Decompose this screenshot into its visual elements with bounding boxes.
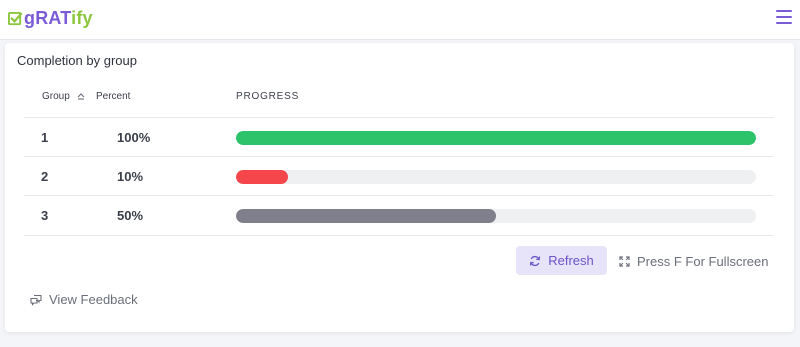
progress-track: [236, 131, 756, 145]
feedback-label: View Feedback: [49, 292, 138, 307]
logo-text-ify: ify: [71, 8, 93, 28]
column-header-percent: Percent: [96, 91, 131, 102]
logo-text-rat: RAT: [35, 8, 72, 28]
progress-track: [236, 170, 756, 184]
progress-fill: [236, 170, 288, 184]
menu-line: [776, 16, 792, 18]
column-header-progress: PROGRESS: [236, 91, 300, 102]
refresh-button[interactable]: Refresh: [516, 246, 607, 275]
row-group: 2: [41, 169, 49, 184]
refresh-label: Refresh: [548, 253, 594, 268]
view-feedback-link[interactable]: View Feedback: [30, 292, 138, 307]
top-bar: gRATify: [0, 0, 800, 40]
card-title: Completion by group: [17, 53, 137, 68]
column-header-group[interactable]: Group: [42, 91, 70, 102]
progress-fill: [236, 209, 496, 223]
table-row: 1 100%: [24, 117, 774, 157]
row-percent: 50%: [117, 208, 144, 223]
hamburger-menu-icon[interactable]: [776, 10, 792, 24]
logo-text-g: g: [24, 8, 36, 28]
progress-track: [236, 209, 756, 223]
menu-line: [776, 22, 792, 24]
completion-card: Completion by group Group Percent PROGRE…: [5, 43, 794, 332]
row-group: 1: [41, 130, 49, 145]
fullscreen-link[interactable]: Press F For Fullscreen: [619, 254, 768, 269]
menu-line: [776, 10, 792, 12]
fullscreen-expand-icon: [619, 256, 630, 267]
checkbox-logo-icon: [8, 11, 23, 25]
table-row: 3 50%: [24, 195, 774, 236]
logo-text: gRATify: [24, 8, 93, 28]
row-percent: 100%: [117, 130, 151, 145]
row-group: 3: [41, 208, 49, 223]
table-row: 2 10%: [24, 156, 774, 196]
row-percent: 10%: [117, 169, 144, 184]
feedback-chat-icon: [30, 294, 42, 306]
app-logo[interactable]: gRATify: [8, 8, 93, 28]
fullscreen-label: Press F For Fullscreen: [637, 254, 769, 269]
sort-icon[interactable]: [77, 92, 85, 100]
refresh-icon: [530, 255, 541, 266]
progress-fill: [236, 131, 756, 145]
